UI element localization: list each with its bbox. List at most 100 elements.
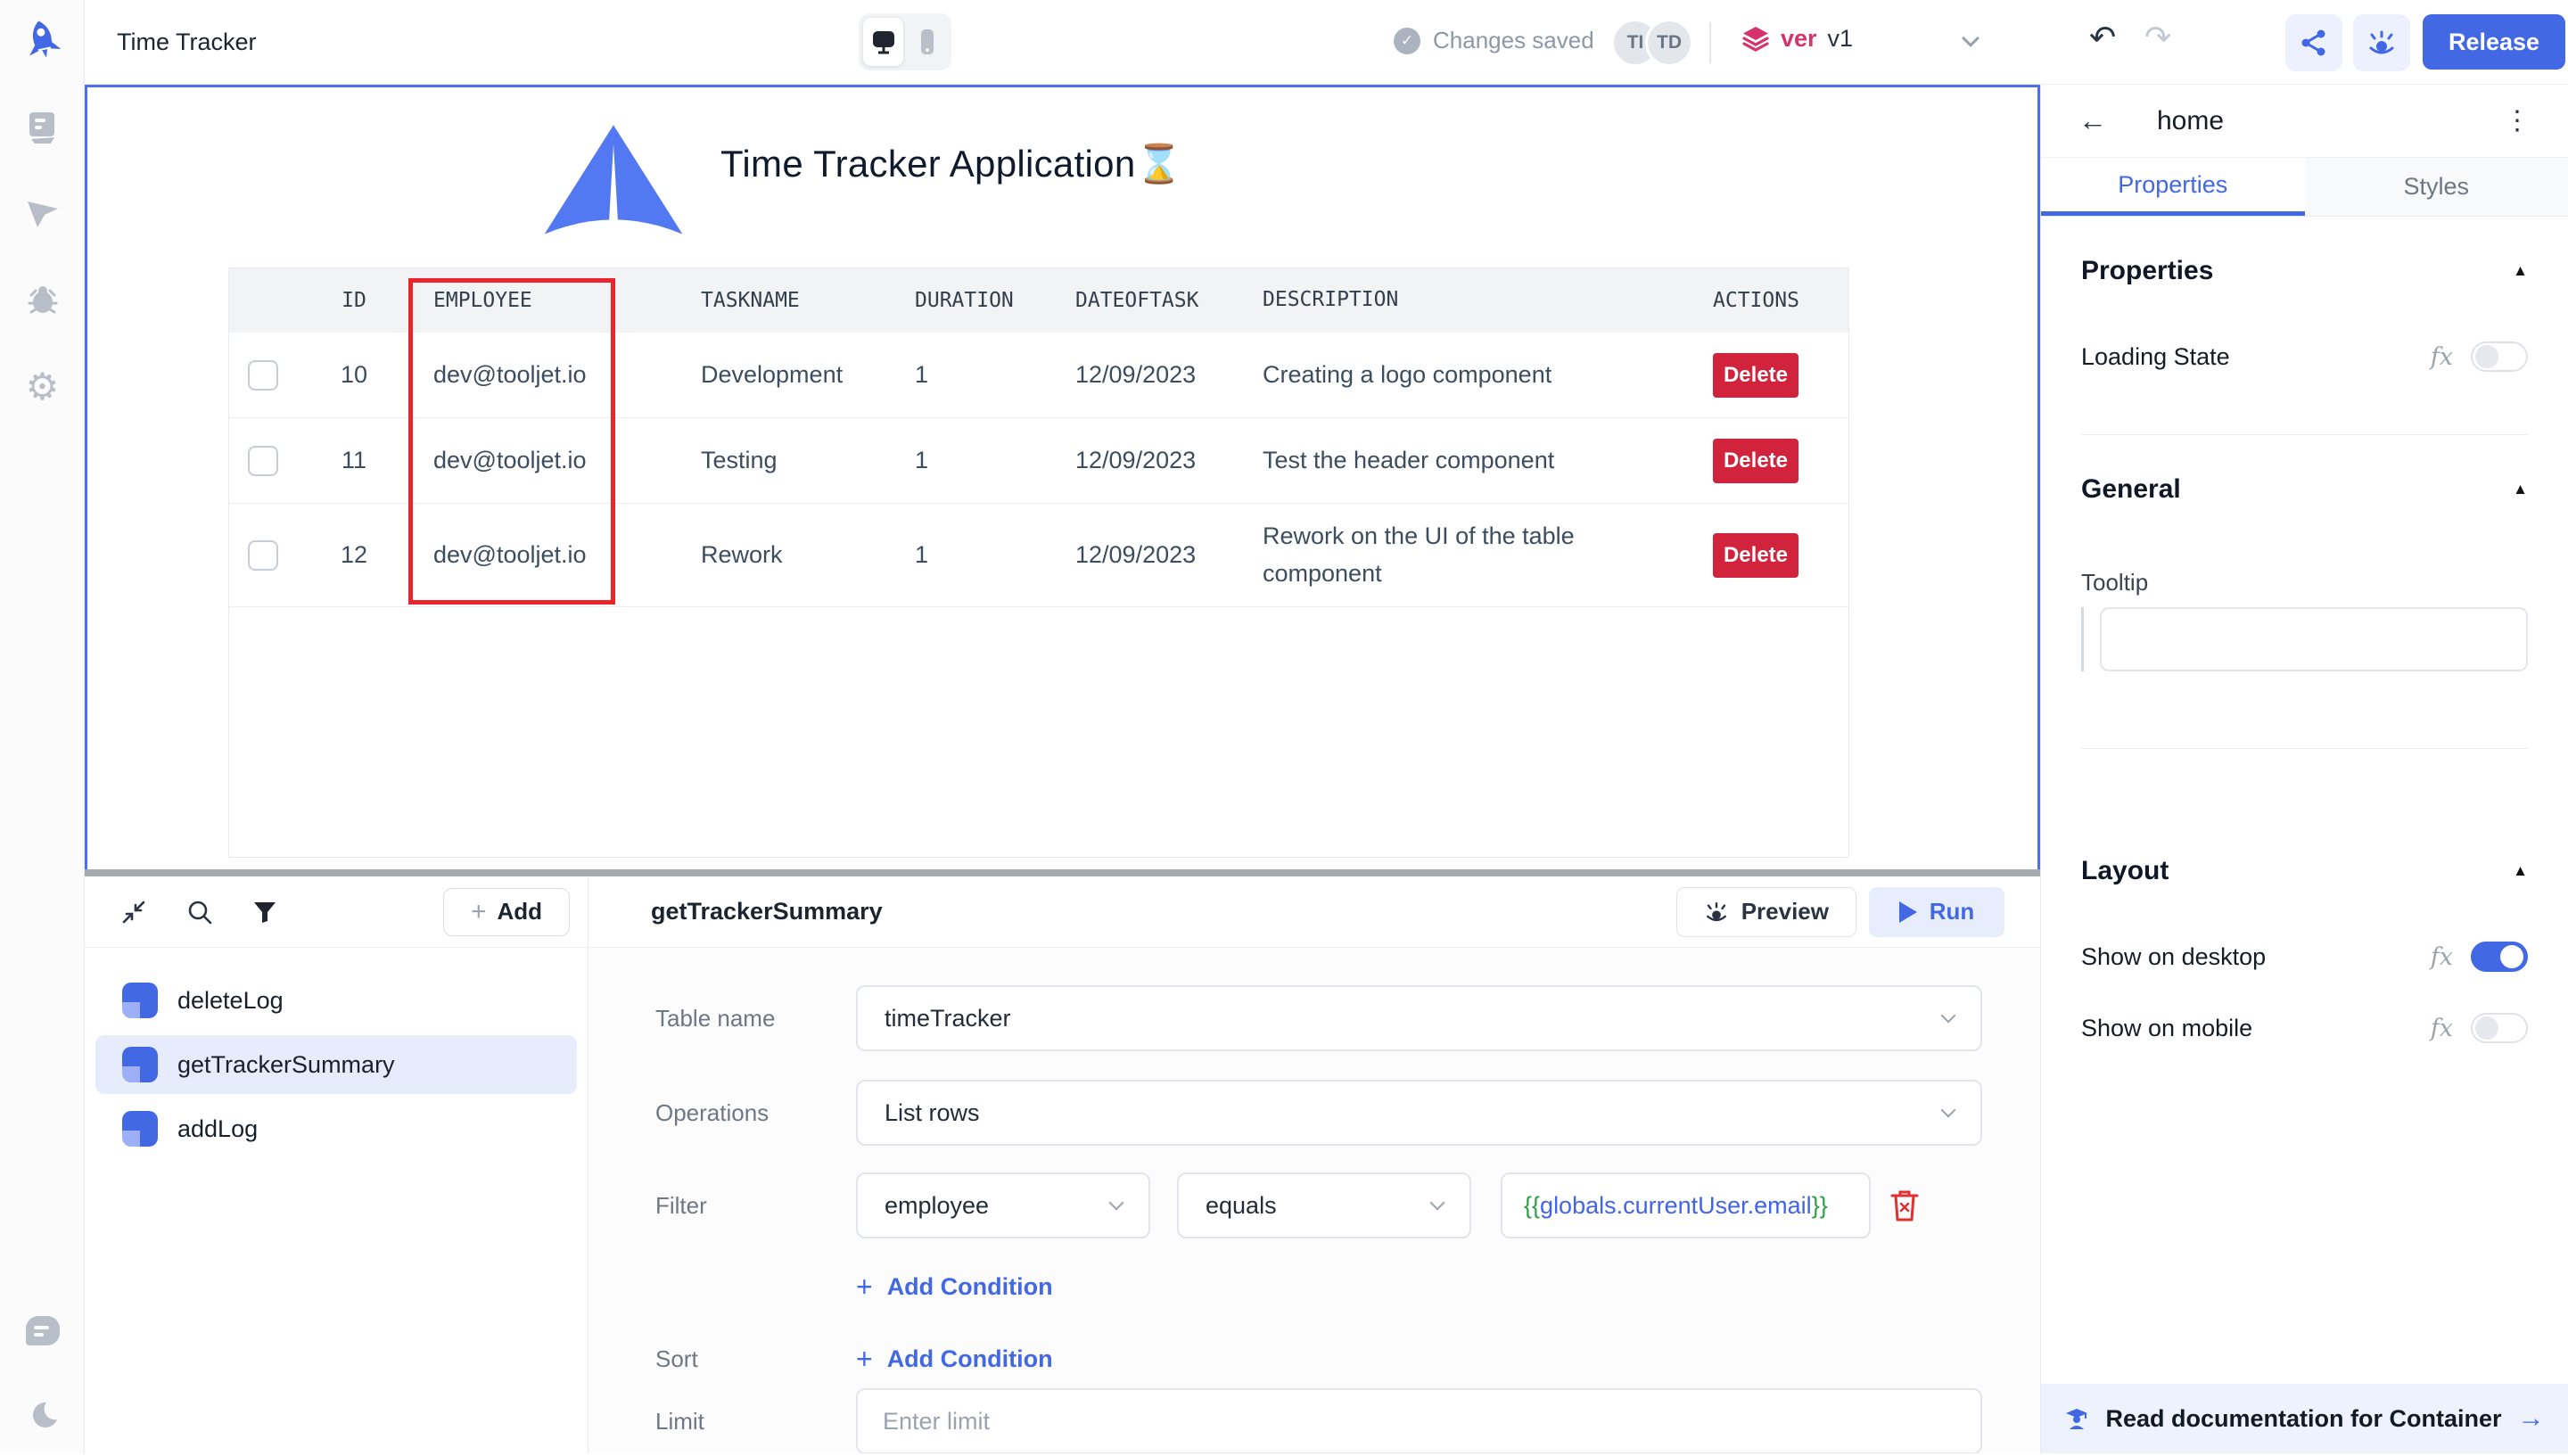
add-query-button[interactable]: + Add [443,888,570,936]
filter-operator-select[interactable]: equals [1177,1172,1471,1238]
query-list: deleteLog getTrackerSummary addLog [85,948,588,1453]
row-checkbox[interactable] [248,446,278,476]
query-list-item[interactable]: deleteLog [95,971,577,1030]
documentation-link[interactable]: Read documentation for Container → [2041,1384,2568,1453]
table-name-select[interactable]: timeTracker [856,985,1982,1051]
save-status: ✓ Changes saved [1394,27,1594,54]
cell-dateoftask: 12/09/2023 [1054,361,1241,389]
plus-icon: + [856,1343,873,1376]
filter-column-select[interactable]: employee [856,1172,1150,1238]
search-icon[interactable] [186,899,213,925]
query-list-item[interactable]: addLog [95,1099,577,1158]
delete-row-button[interactable]: Delete [1713,353,1798,398]
show-on-desktop-label: Show on desktop [2081,943,2266,971]
column-header-duration[interactable]: DURATION [893,289,1054,312]
limit-input[interactable] [856,1388,1982,1453]
tooltip-input[interactable] [2100,607,2528,671]
query-panel-header: + Add getTrackerSummary Preview [85,876,2040,948]
sort-add-condition-button[interactable]: + Add Condition [856,1343,1053,1376]
column-header-actions[interactable]: ACTIONS [1691,289,1848,312]
mobile-icon [919,29,935,55]
fx-button[interactable]: fx [2431,343,2453,371]
collapse-panel-icon[interactable] [120,899,147,925]
query-list-item-selected[interactable]: getTrackerSummary [95,1035,577,1094]
query-name[interactable]: getTrackerSummary [651,898,883,925]
version-label: ver [1781,25,1817,53]
avatar[interactable]: TD [1645,19,1693,67]
filter-value-input[interactable]: {{globals.currentUser.email}} [1501,1172,1871,1238]
row-checkbox[interactable] [248,540,278,571]
database-query-icon [122,1111,158,1147]
collapse-triangle-icon: ▲ [2513,862,2528,880]
table-row: 12 dev@tooljet.io Rework 1 12/09/2023 Re… [229,504,1848,607]
fx-button[interactable]: fx [2431,1015,2453,1042]
saved-check-icon: ✓ [1394,28,1420,54]
delete-row-button[interactable]: Delete [1713,439,1798,483]
cell-id: 10 [296,361,412,389]
undo-button[interactable]: ↶ [2089,21,2116,53]
query-editor: Table name timeTracker Operations List r… [588,948,2040,1453]
share-button[interactable] [2285,14,2342,71]
query-panel: + Add getTrackerSummary Preview [85,869,2040,1453]
inspector-panel: ← home ⋮ Properties Styles Properties ▲ … [2040,85,2568,1453]
operations-label: Operations [655,1080,856,1146]
properties-section-header[interactable]: Properties ▲ [2081,256,2528,286]
tab-properties[interactable]: Properties [2041,158,2305,216]
column-header-description[interactable]: DESCRIPTION [1241,284,1691,317]
inspector-icon[interactable] [0,174,85,254]
desktop-icon [870,29,897,54]
column-header-id[interactable]: ID [296,289,412,312]
layout-section-header[interactable]: Layout ▲ [2081,856,2528,886]
release-button[interactable]: Release [2423,14,2565,70]
trash-icon [1889,1188,1921,1223]
delete-row-button[interactable]: Delete [1713,533,1798,578]
version-selector[interactable]: ver v1 [1741,25,1853,53]
cell-description: Test the header component [1241,442,1691,480]
pages-icon[interactable] [0,87,85,168]
tab-styles[interactable]: Styles [2305,158,2568,216]
query-panel-drag-handle[interactable] [85,869,2040,876]
mobile-layout-button[interactable] [907,18,947,66]
run-query-button[interactable]: Run [1869,887,2004,937]
version-chevron-down-icon[interactable] [1962,29,1980,47]
filter-label: Filter [655,1172,856,1304]
app-preview-button[interactable] [2353,14,2410,71]
general-section: General ▲ Tooltip [2041,435,2568,749]
row-checkbox[interactable] [248,360,278,391]
fx-button[interactable]: fx [2431,943,2453,971]
back-arrow-icon[interactable]: ← [2078,104,2107,137]
preview-query-button[interactable]: Preview [1676,887,1856,937]
column-header-dateoftask[interactable]: DATEOFTASK [1054,289,1241,312]
dark-mode-icon[interactable] [0,1376,85,1456]
indent-bar [2081,607,2084,671]
show-on-desktop-toggle[interactable] [2471,942,2528,972]
desktop-layout-button[interactable] [863,18,903,66]
kebab-menu-icon[interactable]: ⋮ [2504,105,2531,136]
share-icon [2300,29,2328,57]
column-header-employee[interactable]: EMPLOYEE [412,289,679,312]
redo-button[interactable]: ↷ [2144,21,2171,53]
cell-taskname: Development [679,361,893,389]
settings-icon[interactable]: ⚙ [0,347,85,427]
collapse-triangle-icon: ▲ [2513,481,2528,498]
app-name[interactable]: Time Tracker [117,29,257,56]
cell-duration: 1 [893,447,1054,474]
general-section-header[interactable]: General ▲ [2081,474,2528,505]
delete-condition-button[interactable] [1889,1188,1921,1223]
show-on-mobile-label: Show on mobile [2081,1015,2252,1042]
show-on-mobile-toggle[interactable] [2471,1013,2528,1043]
tooljet-logo-icon[interactable] [18,16,68,66]
component-name[interactable]: home [2157,106,2224,136]
save-status-text: Changes saved [1433,27,1594,54]
cell-taskname: Testing [679,447,893,474]
comments-icon[interactable] [0,1290,85,1370]
filter-icon[interactable] [252,900,277,925]
filter-add-condition-button[interactable]: + Add Condition [856,1271,1053,1304]
operations-select[interactable]: List rows [856,1080,1982,1146]
debugger-icon[interactable] [0,260,85,341]
cell-employee: dev@tooljet.io [412,361,679,389]
column-header-taskname[interactable]: TASKNAME [679,289,893,312]
left-navigation-rail: ⚙ [0,0,85,1453]
table-row: 10 dev@tooljet.io Development 1 12/09/20… [229,333,1848,418]
loading-state-toggle[interactable] [2471,341,2528,372]
